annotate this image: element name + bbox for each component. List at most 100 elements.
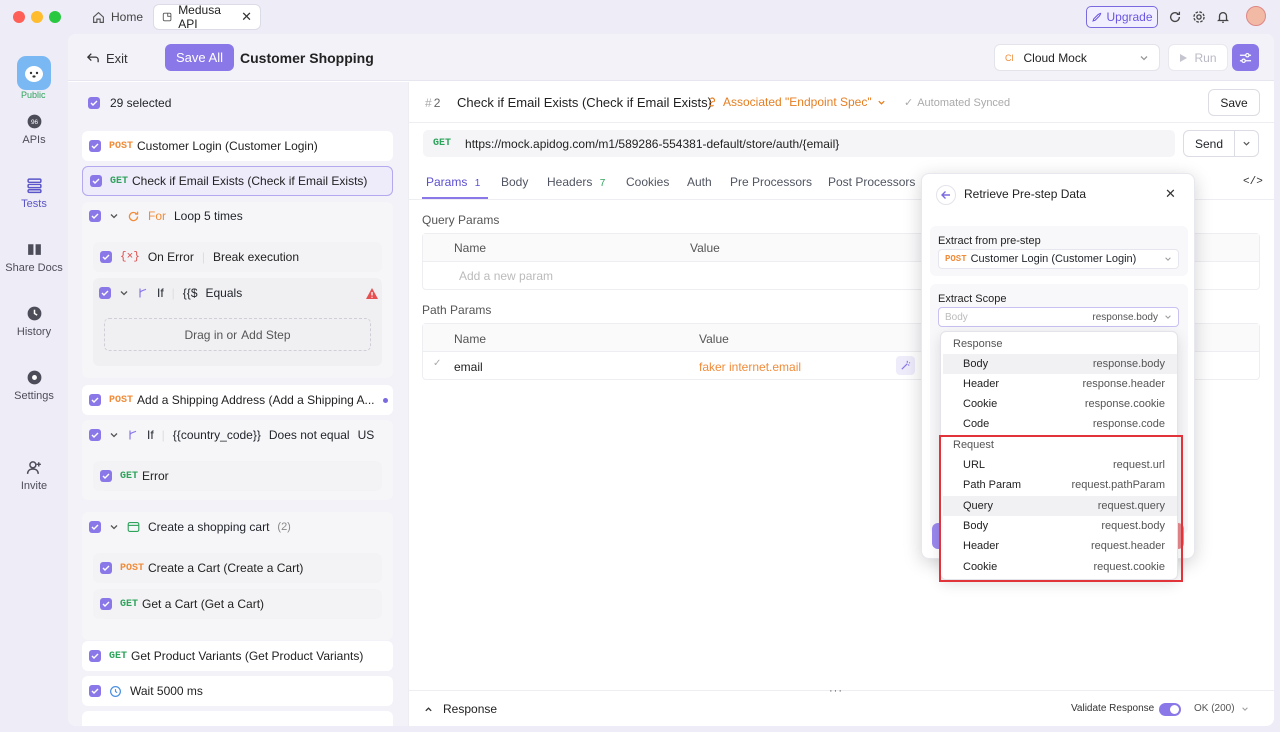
tab-pre-processors[interactable]: Pre Processors (730, 175, 812, 189)
step-get-variants[interactable]: GET Get Product Variants (Get Product Va… (82, 641, 393, 671)
tab-home[interactable]: Home (84, 5, 151, 29)
rail-settings[interactable]: Settings (0, 369, 68, 402)
cart-group-header[interactable]: Create a shopping cart (2) (89, 520, 291, 534)
option-request-url[interactable]: URL request.url (943, 455, 1177, 475)
step-checkbox[interactable] (89, 394, 101, 406)
refresh-icon[interactable] (1168, 10, 1182, 24)
rail-history[interactable]: History (0, 305, 68, 338)
tab-post-processors[interactable]: Post Processors (828, 175, 915, 189)
col-name: Name (454, 241, 487, 255)
minimize-window-button[interactable] (31, 11, 43, 23)
send-button[interactable]: Send (1184, 131, 1235, 156)
tab-cookies[interactable]: Cookies (626, 175, 669, 189)
loop-header[interactable]: For Loop 5 times (89, 209, 243, 223)
step-checkbox[interactable] (89, 685, 101, 697)
step-checkbox[interactable] (100, 598, 112, 610)
step-checkbox[interactable] (100, 562, 112, 574)
add-step-link[interactable]: Add Step (241, 328, 290, 342)
settings-icon[interactable] (1192, 10, 1206, 24)
option-request-path-param[interactable]: Path Param request.pathParam (943, 475, 1177, 495)
option-request-body[interactable]: Body request.body (943, 516, 1177, 536)
chevron-down-icon[interactable] (109, 211, 119, 221)
add-param-input[interactable]: Add a new param (459, 269, 553, 283)
code-icon[interactable]: </> (1243, 176, 1263, 188)
rail-tests[interactable]: Tests (0, 177, 68, 210)
check-icon[interactable]: ✓ (433, 358, 441, 369)
if-header[interactable]: If | {{$ Equals (99, 286, 379, 300)
option-request-cookie[interactable]: Cookie request.cookie (943, 557, 1177, 577)
step-checkbox[interactable] (100, 470, 112, 482)
validate-response-toggle[interactable] (1159, 703, 1181, 716)
project-avatar[interactable] (17, 56, 51, 90)
status-select[interactable]: OK (200) (1194, 703, 1249, 714)
step-check-email[interactable]: GET Check if Email Exists (Check if Emai… (82, 166, 393, 196)
chevron-down-icon[interactable] (109, 522, 119, 532)
add-step-dropzone[interactable]: Drag in or Add Step (104, 318, 371, 351)
select-all-checkbox[interactable] (88, 97, 100, 109)
option-request-header[interactable]: Header request.header (943, 536, 1177, 556)
user-avatar[interactable] (1246, 6, 1266, 26)
run-config-button[interactable] (1232, 44, 1259, 71)
path-param-value[interactable]: faker internet.email (699, 360, 801, 374)
rail-share-docs[interactable]: Share Docs (0, 241, 68, 274)
step-checkbox[interactable] (89, 210, 101, 222)
select-all-row[interactable]: 29 selected (88, 96, 171, 110)
tab-body[interactable]: Body (501, 175, 528, 189)
step-get-cart[interactable]: GET Get a Cart (Get a Cart) (93, 589, 382, 619)
magic-wand-icon[interactable] (896, 356, 915, 375)
tab-params[interactable]: Params 1 (426, 175, 480, 189)
chevron-down-icon[interactable] (119, 288, 129, 298)
chevron-down-icon (877, 100, 885, 105)
path-param-name[interactable]: email (454, 360, 483, 374)
run-button[interactable]: Run (1168, 44, 1228, 71)
pre-step-label: Customer Login (Customer Login) (970, 253, 1137, 265)
option-response-cookie[interactable]: Cookie response.cookie (943, 394, 1177, 414)
rail-invite[interactable]: Invite (0, 459, 68, 492)
save-all-button[interactable]: Save All (165, 44, 234, 71)
rocket-icon (1092, 12, 1102, 22)
step-on-error[interactable]: {×} On Error | Break execution (93, 242, 382, 272)
rail-apis[interactable]: 96 APIs (0, 113, 68, 146)
url-text[interactable]: https://mock.apidog.com/m1/589286-554381… (465, 137, 839, 151)
close-tab-icon[interactable]: ✕ (241, 9, 252, 25)
associated-spec-link[interactable]: Associated "Endpoint Spec" (706, 95, 886, 109)
url-bar[interactable]: GET https://mock.apidog.com/m1/589286-55… (423, 130, 1175, 157)
step-create-cart[interactable]: POST Create a Cart (Create a Cart) (93, 553, 382, 583)
zoom-window-button[interactable] (49, 11, 61, 23)
step-checkbox[interactable] (100, 251, 112, 263)
step-checkbox[interactable] (99, 287, 111, 299)
step-wait[interactable]: Wait 5000 ms (82, 676, 393, 706)
option-request-query[interactable]: Query request.query (943, 496, 1177, 516)
chevron-down-icon[interactable] (109, 430, 119, 440)
response-toggle[interactable]: Response (424, 702, 497, 716)
environment-select[interactable]: Cl Cloud Mock (994, 44, 1160, 71)
step-add-shipping[interactable]: POST Add a Shipping Address (Add a Shipp… (82, 385, 393, 415)
tab-auth[interactable]: Auth (687, 175, 712, 189)
if2-header[interactable]: If | {{country_code}} Does not equal US (89, 428, 374, 442)
pre-step-select[interactable]: POST Customer Login (Customer Login) (938, 249, 1179, 269)
option-response-header[interactable]: Header response.header (943, 374, 1177, 394)
step-checkbox[interactable] (89, 429, 101, 441)
step-checkbox[interactable] (89, 650, 101, 662)
option-response-body[interactable]: Body response.body (943, 354, 1177, 374)
extract-scope-select[interactable]: Body response.body (938, 307, 1179, 327)
bell-icon[interactable] (1216, 10, 1230, 24)
tab-medusa-api[interactable]: Medusa API ✕ (154, 3, 260, 31)
resize-handle[interactable]: ··· (829, 685, 843, 697)
step-error[interactable]: GET Error (93, 461, 382, 491)
close-icon[interactable]: ✕ (1165, 186, 1176, 202)
exit-button[interactable]: Exit (86, 47, 128, 69)
step-checkbox[interactable] (90, 175, 102, 187)
upgrade-button[interactable]: Upgrade (1086, 6, 1158, 28)
step-checkbox[interactable] (89, 140, 101, 152)
url-method[interactable]: GET (433, 138, 451, 149)
send-options-button[interactable] (1235, 131, 1258, 156)
option-response-code[interactable]: Code response.code (943, 414, 1177, 434)
popup-back-button[interactable] (936, 185, 956, 205)
tab-headers[interactable]: Headers 7 (547, 175, 605, 189)
step-customer-login[interactable]: POST Customer Login (Customer Login) (82, 131, 393, 161)
step-checkbox[interactable] (89, 521, 101, 533)
method-badge: GET (109, 650, 128, 662)
save-button[interactable]: Save (1208, 89, 1260, 116)
close-window-button[interactable] (13, 11, 25, 23)
